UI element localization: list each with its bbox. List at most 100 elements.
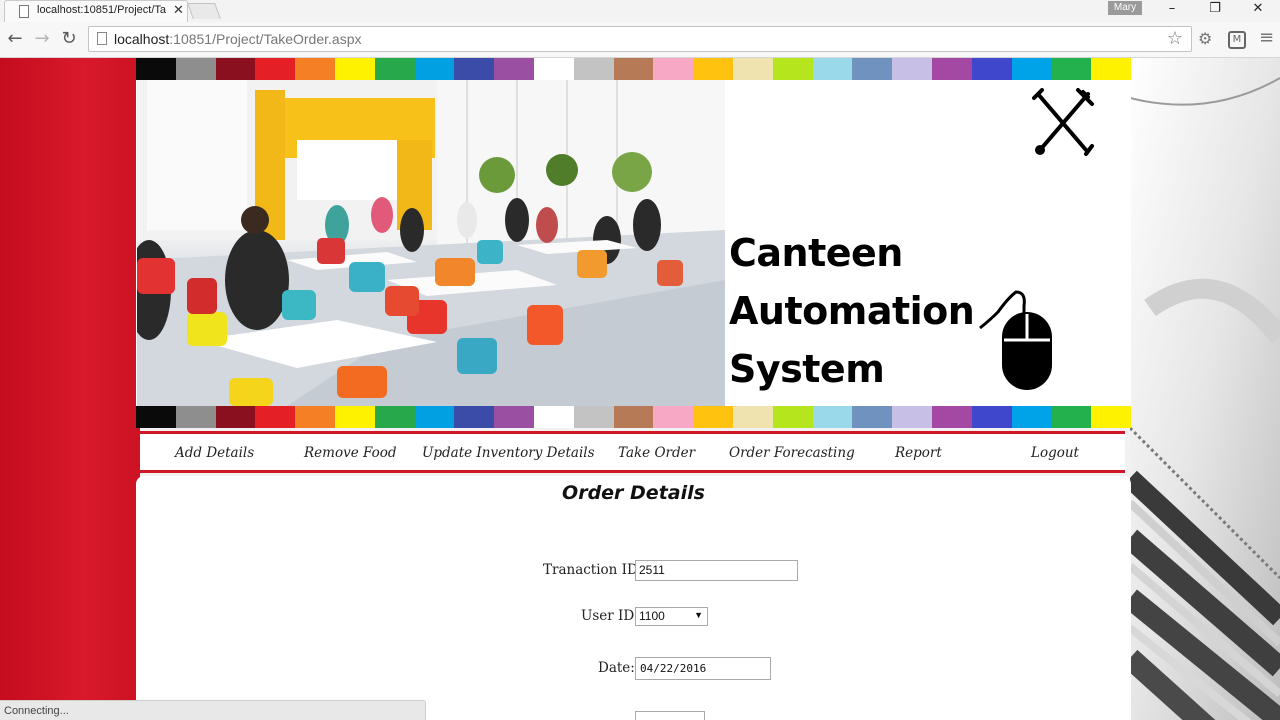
stripe-segment bbox=[852, 58, 893, 80]
fork-knife-icon bbox=[1032, 88, 1094, 156]
browser-toolbar: ← → ↻ localhost:10851/Project/TakeOrder.… bbox=[0, 22, 1280, 58]
transaction-id-label: Tranaction ID: bbox=[543, 562, 643, 578]
stripe-segment bbox=[613, 406, 654, 428]
profile-badge[interactable]: Mary bbox=[1108, 1, 1142, 15]
minimize-icon[interactable]: – bbox=[1160, 1, 1184, 16]
user-id-label: User ID: bbox=[581, 608, 639, 624]
stripe-segment bbox=[931, 406, 972, 428]
new-tab-button[interactable] bbox=[187, 3, 221, 19]
tab-close-icon[interactable]: ✕ bbox=[173, 3, 184, 18]
close-window-icon[interactable]: ✕ bbox=[1246, 1, 1270, 16]
stripe-segment bbox=[136, 58, 176, 80]
user-id-select[interactable]: 1100 ▼ bbox=[635, 607, 708, 626]
page-favicon-icon bbox=[19, 5, 29, 18]
stripe-segment bbox=[1051, 58, 1092, 80]
stripe-segment bbox=[653, 406, 694, 428]
time-field[interactable] bbox=[635, 711, 705, 720]
stripe-segment bbox=[494, 406, 534, 428]
background-red-panel bbox=[0, 58, 140, 720]
app-title: Canteen Automation System bbox=[729, 224, 975, 398]
address-bar[interactable]: localhost:10851/Project/TakeOrder.aspx ☆ bbox=[88, 26, 1192, 52]
app-title-line1: Canteen bbox=[729, 231, 903, 275]
stripe-segment bbox=[892, 58, 932, 80]
stripe-segment bbox=[255, 406, 296, 428]
extension-m-icon[interactable]: M bbox=[1228, 31, 1246, 49]
stripe-segment bbox=[573, 58, 614, 80]
stripe-segment bbox=[971, 406, 1012, 428]
dropdown-arrow-icon: ▼ bbox=[694, 610, 703, 620]
stripe-segment bbox=[454, 58, 495, 80]
order-details-panel: Order Details Tranaction ID: 2511 User I… bbox=[136, 476, 1131, 720]
date-label: Date: bbox=[598, 660, 635, 676]
nav-update-inventory[interactable]: Update Inventory Details bbox=[422, 445, 595, 461]
menu-hamburger-icon[interactable]: ≡ bbox=[1259, 27, 1274, 48]
page-viewport: Canteen Automation System Add Details Re… bbox=[0, 58, 1280, 720]
stripe-segment bbox=[374, 406, 415, 428]
stripe-segment bbox=[255, 58, 296, 80]
stripe-segment bbox=[852, 406, 893, 428]
stripe-segment bbox=[494, 58, 534, 80]
main-nav-menu: Add Details Remove Food Update Inventory… bbox=[140, 431, 1125, 473]
bookmark-star-icon[interactable]: ☆ bbox=[1167, 28, 1183, 49]
stripe-segment bbox=[175, 58, 216, 80]
stripe-segment bbox=[295, 58, 335, 80]
stripe-segment bbox=[1011, 406, 1052, 428]
stripe-segment bbox=[414, 406, 455, 428]
browser-tab[interactable]: localhost:10851/Project/Ta ✕ bbox=[4, 0, 188, 22]
stripe-segment bbox=[732, 406, 773, 428]
date-field[interactable]: 04/22/2016 bbox=[635, 657, 771, 680]
stripe-segment bbox=[1091, 406, 1131, 428]
stripe-segment bbox=[812, 58, 853, 80]
transaction-id-field[interactable]: 2511 bbox=[635, 560, 798, 581]
restore-icon[interactable]: ❐ bbox=[1203, 1, 1227, 16]
stripe-segment bbox=[533, 58, 574, 80]
header-banner: Canteen Automation System bbox=[136, 58, 1131, 428]
stripe-segment bbox=[295, 406, 335, 428]
user-id-selected-value: 1100 bbox=[639, 609, 665, 623]
nav-add-details[interactable]: Add Details bbox=[175, 445, 254, 461]
stripe-segment bbox=[812, 406, 853, 428]
background-fork-image bbox=[1122, 58, 1280, 720]
fork-illustration bbox=[1122, 58, 1280, 720]
reload-icon[interactable]: ↻ bbox=[58, 28, 80, 49]
nav-remove-food[interactable]: Remove Food bbox=[304, 445, 397, 461]
page-title: Order Details bbox=[562, 482, 705, 504]
page-icon bbox=[97, 32, 107, 45]
stripe-segment bbox=[772, 406, 813, 428]
stripe-segment bbox=[613, 58, 654, 80]
url-text: localhost:10851/Project/TakeOrder.aspx bbox=[114, 31, 362, 47]
stripe-segment bbox=[215, 58, 256, 80]
nav-take-order[interactable]: Take Order bbox=[618, 445, 695, 461]
canteen-photo bbox=[137, 80, 725, 406]
color-stripe-top bbox=[136, 58, 1131, 80]
stripe-segment bbox=[374, 58, 415, 80]
stripe-segment bbox=[971, 58, 1012, 80]
stripe-segment bbox=[1091, 58, 1131, 80]
stripe-segment bbox=[215, 406, 256, 428]
nav-logout[interactable]: Logout bbox=[1031, 445, 1079, 461]
stripe-segment bbox=[175, 406, 216, 428]
stripe-segment bbox=[573, 406, 614, 428]
stripe-segment bbox=[732, 58, 773, 80]
color-stripe-bottom bbox=[136, 406, 1131, 428]
nav-report[interactable]: Report bbox=[895, 445, 942, 461]
browser-tab-strip: localhost:10851/Project/Ta ✕ Mary – ❐ ✕ bbox=[0, 0, 1280, 22]
app-title-line2: Automation bbox=[729, 289, 975, 333]
forward-icon[interactable]: → bbox=[31, 28, 53, 49]
stripe-segment bbox=[533, 406, 574, 428]
stripe-segment bbox=[693, 58, 733, 80]
stripe-segment bbox=[693, 406, 733, 428]
app-title-line3: System bbox=[729, 347, 885, 391]
stripe-segment bbox=[653, 58, 694, 80]
tab-title: localhost:10851/Project/Ta bbox=[37, 4, 167, 16]
computer-mouse-icon bbox=[979, 290, 1052, 390]
stripe-segment bbox=[931, 58, 972, 80]
stripe-segment bbox=[414, 58, 455, 80]
back-icon[interactable]: ← bbox=[4, 28, 26, 49]
stripe-segment bbox=[136, 406, 176, 428]
extension-gear-icon[interactable]: ⚙ bbox=[1198, 29, 1212, 48]
nav-order-forecasting[interactable]: Order Forecasting bbox=[729, 445, 855, 461]
stripe-segment bbox=[334, 58, 375, 80]
stripe-segment bbox=[334, 406, 375, 428]
browser-status-bar: Connecting... bbox=[0, 700, 426, 720]
